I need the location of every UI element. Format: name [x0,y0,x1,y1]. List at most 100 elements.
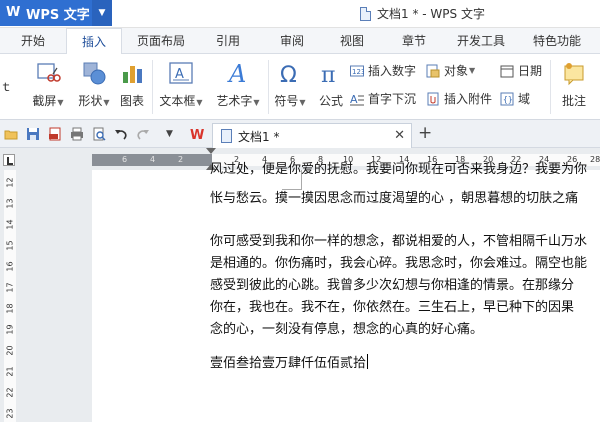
ruler-number: 22 [5,387,15,398]
object-icon [426,64,440,78]
document-line[interactable]: 你可感受到我和你一样的想念，都说相爱的人，不管相隔千山万水 [210,232,587,251]
document-icon [221,129,232,143]
wps-home-icon[interactable]: W [190,127,204,143]
art-text-button[interactable]: A 艺术字▼ [212,60,264,109]
comment-icon [561,60,587,86]
field-button[interactable]: {} 域 [500,90,530,107]
caret-icon: ▼ [299,98,306,107]
svg-text:π: π [321,63,335,86]
close-icon[interactable]: ✕ [394,128,405,143]
drop-cap-label: 首字下沉 [368,92,417,106]
undo-icon[interactable] [114,127,128,141]
svg-text:Ω: Ω [280,63,297,86]
shapes-icon [81,60,107,86]
field-label: 域 [518,92,531,106]
textbox-label: 文本框 [159,94,196,108]
insert-number-label: 插入数字 [368,64,417,78]
shape-label: 形状 [78,94,103,108]
shape-button[interactable]: 形状▼ [74,60,114,109]
insert-number-button[interactable]: 123 插入数字 [350,62,416,79]
drop-cap-button[interactable]: A 首字下沉 [350,90,416,107]
object-button[interactable]: 对象 ▼ [426,62,475,79]
formula-label: 公式 [318,94,343,108]
tab-view[interactable]: 视图 [332,28,372,54]
tab-section[interactable]: 章节 [394,28,434,54]
insert-attachment-button[interactable]: 插入附件 [426,90,492,107]
document-last-line[interactable]: 壹佰叁拾壹万肆仟伍佰贰拾 [210,354,369,373]
tab-developer[interactable]: 开发工具 [448,28,514,54]
cut-label: ｔ [0,80,13,94]
document-tab[interactable]: 文档1 * ✕ [212,123,412,148]
symbol-label: 符号 [274,94,299,108]
document-line[interactable]: 怅与愁云。摸一摸因思念而过度渴望的心 ，朝思暮想的切肤之痛 [210,189,578,208]
svg-text:A: A [350,93,358,106]
export-pdf-icon[interactable] [48,127,62,141]
textbox-icon: A [168,60,194,86]
art-text-icon: A [225,60,251,88]
caret-icon: ▼ [57,98,64,107]
omega-icon: Ω [277,60,303,88]
bar-chart-icon [119,60,145,86]
text-cursor [367,354,369,369]
tab-special-features[interactable]: 特色功能 [524,28,590,54]
tab-page-layout[interactable]: 页面布局 [130,28,192,54]
print-icon[interactable] [70,127,84,141]
art-text-label: 艺术字 [216,94,253,108]
customize-toolbar-icon[interactable]: ▼ [166,129,180,143]
window-title: 文档1 * - WPS 文字 [360,5,485,22]
symbol-button[interactable]: Ω 符号▼ [272,60,308,109]
chart-button[interactable]: 图表 [117,60,147,109]
svg-text:W: W [190,128,204,141]
scissors-icon [35,60,61,86]
ribbon-divider [152,60,153,114]
open-folder-icon[interactable] [4,127,18,141]
comment-label: 批注 [561,94,586,108]
document-icon [360,6,371,21]
ribbon-tabs: 开始 插入 页面布局 引用 审阅 视图 章节 开发工具 特色功能 [0,28,600,55]
tab-home[interactable]: 开始 [14,28,52,54]
caret-icon: ▼ [469,66,476,75]
tab-references[interactable]: 引用 [208,28,248,54]
ruler-number: 20 [5,345,15,356]
number-icon: 123 [350,64,365,78]
ruler-number: 23 [5,408,15,419]
object-label: 对象 [444,64,469,78]
comment-button[interactable]: 批注 [556,60,592,109]
formula-button[interactable]: π 公式 [316,60,346,109]
ruler-number: 14 [5,219,15,230]
tab-review[interactable]: 审阅 [272,28,312,54]
app-name: WPS 文字 [26,7,90,23]
wps-logo-icon: W [6,5,21,20]
ribbon-divider [550,60,551,114]
date-button[interactable]: 日期 [500,62,542,79]
chevron-down-icon[interactable]: ▼ [92,0,112,26]
first-line-indent-marker[interactable] [206,148,216,154]
quick-access-toolbar: ▼ W 文档1 * ✕ + [0,120,600,148]
document-line[interactable]: 念的心，一刻没有停息，想念的心真的好心痛。 [210,320,483,339]
tab-insert[interactable]: 插入 [66,28,122,55]
app-menu-button[interactable]: W WPS 文字 ▼ [0,0,112,26]
redo-icon[interactable] [136,127,150,141]
new-tab-icon[interactable]: + [418,123,432,143]
cut-button[interactable]: ｔ [0,78,12,95]
tab-stop-selector[interactable] [3,154,15,166]
pi-icon: π [318,60,344,88]
ruler-number: 15 [5,240,15,251]
print-preview-icon[interactable] [92,127,106,141]
document-line[interactable]: 是相通的。你伤痛时，我会心碎。我思念时，你会难过。隔空也能 [210,254,587,273]
ruler-number: 17 [5,282,15,293]
document-line[interactable]: 风过处，便是你爱的抚慰。我要问你现在可否来我身边？我要为你 [210,160,587,179]
window-title-text: 文档1 * - WPS 文字 [377,7,485,21]
vertical-ruler[interactable]: 12 13 14 15 16 17 18 19 20 21 22 23 [4,170,16,422]
caret-icon: ▼ [196,98,203,107]
textbox-button[interactable]: A 文本框▼ [156,60,206,109]
ribbon-panel: ｔ 截屏▼ 形状▼ 图表 A 文本框▼ A 艺术字▼ Ω 符号▼ π 公式 12… [0,54,600,120]
document-tab-title: 文档1 * [238,129,280,144]
save-icon[interactable] [26,127,40,141]
ruler-number: 12 [5,177,15,188]
document-line[interactable]: 你在，我也在。我不在，你依然在。三生石上，早已种下的因果 [210,298,574,317]
ruler-number: 21 [5,366,15,377]
title-bar: W WPS 文字 ▼ 文档1 * - WPS 文字 [0,0,600,28]
screenshot-button[interactable]: 截屏▼ [28,60,68,109]
document-line[interactable]: 感受到彼此的心跳。我曾多少次幻想与你相逢的情景。在那缘分 [210,276,574,295]
